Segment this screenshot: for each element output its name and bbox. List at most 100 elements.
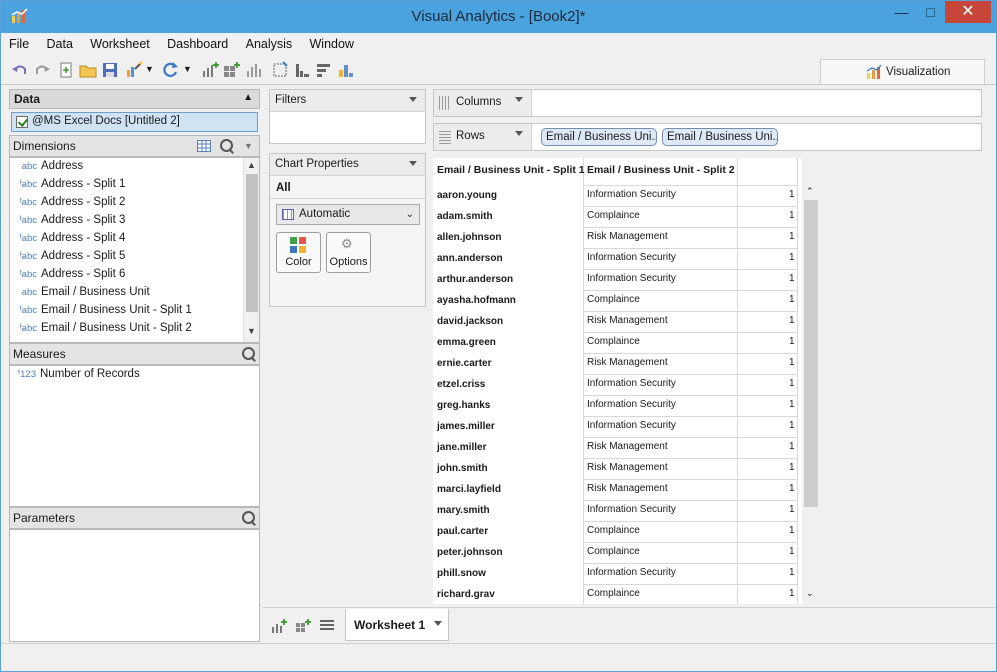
row-pill[interactable]: Email / Business Uni... (541, 128, 657, 146)
cell-business-unit: Complaince (587, 525, 640, 536)
columns-shelf[interactable]: Columns (433, 89, 982, 117)
dimension-item[interactable]: ᶠabc Email / Business Unit - Split 1 (14, 304, 192, 322)
scroll-thumb[interactable] (804, 200, 818, 507)
row-divider (583, 542, 737, 543)
menu-dashboard[interactable]: Dashboard (167, 37, 228, 51)
search-icon[interactable] (242, 347, 256, 361)
search-icon[interactable] (220, 139, 234, 153)
maximize-button[interactable]: □ (916, 1, 945, 23)
scroll-down-icon[interactable]: ⌄ (806, 588, 814, 599)
tab-visualization[interactable]: Visualization (820, 59, 985, 85)
scroll-down-icon[interactable]: ▼ (247, 326, 256, 336)
table-row[interactable]: emma.green Complaince 1 (433, 332, 797, 353)
column-header[interactable]: Email / Business Unit - Split 2 (587, 164, 735, 176)
dimension-item[interactable]: abc Email / Business Unit (14, 286, 150, 304)
scroll-thumb[interactable] (246, 174, 258, 312)
search-icon[interactable] (242, 511, 256, 525)
minimize-button[interactable]: — (887, 1, 916, 23)
dimension-item[interactable]: ᶠabc Address - Split 2 (14, 196, 126, 214)
close-button[interactable]: ✕ (945, 1, 991, 23)
dimension-item[interactable]: abc Address (14, 160, 84, 178)
dimension-item[interactable]: ᶠabc Address - Split 5 (14, 250, 126, 268)
table-row[interactable]: richard.grav Complaince 1 (433, 584, 797, 604)
show-me-icon[interactable] (337, 61, 355, 79)
redo-icon[interactable] (33, 61, 51, 79)
table-row[interactable]: ernie.carter Risk Management 1 (433, 353, 797, 374)
menu-file[interactable]: File (9, 37, 29, 51)
chevron-down-icon[interactable] (409, 97, 417, 102)
chevron-down-icon[interactable]: ▼ (145, 64, 155, 82)
table-row[interactable]: paul.carter Complaince 1 (433, 521, 797, 542)
dimension-item[interactable]: ᶠabc Email / Business Unit - Split 2 (14, 322, 192, 340)
measure-item[interactable]: ᶠ123 Number of Records (14, 368, 140, 386)
table-icon[interactable] (197, 140, 211, 152)
refresh-icon[interactable] (161, 61, 179, 79)
sheet-list-icon[interactable] (319, 619, 335, 633)
bar-chart-icon[interactable] (245, 61, 263, 79)
chevron-down-icon[interactable]: ▼ (183, 64, 193, 82)
menu-data[interactable]: Data (47, 37, 73, 51)
table-row[interactable]: james.miller Information Security 1 (433, 416, 797, 437)
undo-icon[interactable] (11, 61, 29, 79)
mark-type-select[interactable]: Automatic ⌄ (276, 204, 420, 225)
table-row[interactable]: marci.layfield Risk Management 1 (433, 479, 797, 500)
table-row[interactable]: mary.smith Information Security 1 (433, 500, 797, 521)
swap-icon[interactable] (271, 61, 289, 79)
row-pill[interactable]: Email / Business Uni... (662, 128, 778, 146)
chevron-down-icon[interactable] (409, 161, 417, 166)
dimension-item[interactable]: ᶠabc Address - Split 3 (14, 214, 126, 232)
sort-icon[interactable]: ▲ (243, 92, 253, 103)
menu-worksheet[interactable]: Worksheet (90, 37, 150, 51)
table-row[interactable]: jane.miller Risk Management 1 (433, 437, 797, 458)
chevron-down-icon[interactable] (434, 621, 442, 626)
sort-ascending-icon[interactable] (293, 61, 311, 79)
grid-icon (282, 209, 294, 220)
chevron-down-icon[interactable]: ▼ (244, 141, 253, 151)
table-row[interactable]: arthur.anderson Information Security 1 (433, 269, 797, 290)
table-row[interactable]: phill.snow Information Security 1 (433, 563, 797, 584)
table-row[interactable]: david.jackson Risk Management 1 (433, 311, 797, 332)
tab-worksheet-1[interactable]: Worksheet 1 (345, 609, 449, 641)
string-type-icon: abc (21, 287, 37, 298)
table-scrollbar[interactable]: ⌃ ⌄ (804, 186, 818, 604)
magic-wand-icon[interactable] (125, 61, 143, 79)
table-row[interactable]: greg.hanks Information Security 1 (433, 395, 797, 416)
chevron-down-icon[interactable] (515, 97, 523, 102)
filters-header: Filters (270, 90, 425, 112)
sort-descending-icon[interactable] (315, 61, 333, 79)
add-dashboard-icon[interactable] (223, 61, 241, 79)
table-row[interactable]: john.smith Risk Management 1 (433, 458, 797, 479)
chevron-down-icon[interactable] (515, 131, 523, 136)
table-row[interactable]: ann.anderson Information Security 1 (433, 248, 797, 269)
dimensions-scrollbar[interactable]: ▲ ▼ (243, 158, 259, 342)
menu-analysis[interactable]: Analysis (246, 37, 293, 51)
new-dashboard-icon[interactable] (295, 618, 311, 634)
row-divider (737, 332, 797, 333)
dimension-item[interactable]: ᶠabc Address - Split 6 (14, 268, 126, 286)
table-row[interactable]: peter.johnson Complaince 1 (433, 542, 797, 563)
new-icon[interactable] (57, 61, 75, 79)
add-chart-icon[interactable] (201, 61, 219, 79)
save-icon[interactable] (101, 61, 119, 79)
table-row[interactable]: adam.smith Complaince 1 (433, 206, 797, 227)
marks-all-tab[interactable]: All (270, 179, 425, 199)
datasource-item[interactable]: @MS Excel Docs [Untitled 2] (11, 112, 258, 132)
rows-shelf[interactable]: Rows Email / Business Uni... Email / Bus… (433, 123, 982, 151)
cell-value: 1 (789, 231, 795, 242)
menu-window[interactable]: Window (310, 37, 354, 51)
column-header[interactable]: Email / Business Unit - Split 1 (437, 164, 585, 176)
table-row[interactable]: ayasha.hofmann Complaince 1 (433, 290, 797, 311)
options-button[interactable]: ⚙ Options (326, 232, 371, 273)
open-folder-icon[interactable] (79, 61, 97, 79)
scroll-up-icon[interactable]: ▲ (247, 160, 256, 170)
new-worksheet-icon[interactable] (271, 618, 287, 634)
filters-panel[interactable]: Filters (269, 89, 426, 144)
table-row[interactable]: etzel.criss Information Security 1 (433, 374, 797, 395)
dimension-item[interactable]: ᶠabc Address - Split 1 (14, 178, 126, 196)
dimension-item[interactable]: ᶠabc Address - Split 4 (14, 232, 126, 250)
table-row[interactable]: aaron.young Information Security 1 (433, 185, 797, 206)
datasource-checkbox[interactable] (16, 116, 28, 128)
color-button[interactable]: Color (276, 232, 321, 273)
scroll-up-icon[interactable]: ⌃ (806, 186, 814, 197)
table-row[interactable]: allen.johnson Risk Management 1 (433, 227, 797, 248)
